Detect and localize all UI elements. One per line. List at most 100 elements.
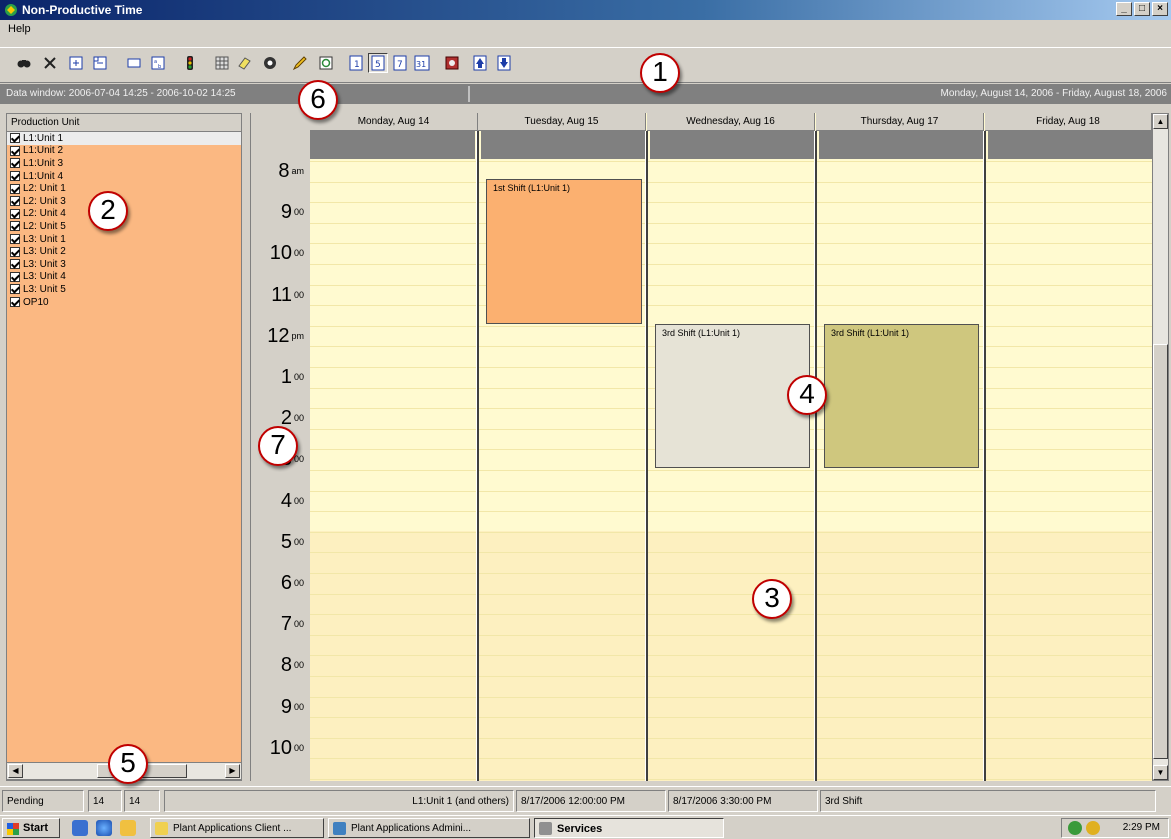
day-header[interactable]: Tuesday, Aug 15 xyxy=(478,113,646,131)
calendar-grid[interactable]: Monday, Aug 14 Tuesday, Aug 15 Wednesday, … xyxy=(310,113,1152,781)
scroll-right-arrow-icon[interactable]: ▶ xyxy=(225,764,240,778)
unit-item[interactable]: L1:Unit 1 xyxy=(7,132,241,145)
grid-line xyxy=(310,779,1152,780)
tray-network-icon[interactable] xyxy=(1068,821,1082,835)
sort-icon[interactable]: ab xyxy=(148,53,168,73)
all-day-row[interactable] xyxy=(650,131,815,159)
grid-line xyxy=(310,614,1152,616)
unit-item[interactable]: L3: Unit 1 xyxy=(7,233,241,246)
unit-checkbox[interactable] xyxy=(10,246,20,257)
scroll-down-arrow-icon[interactable]: ▼ xyxy=(1153,765,1168,780)
maximize-button[interactable]: □ xyxy=(1134,2,1150,16)
seven-day-view-button[interactable]: 7 xyxy=(390,53,410,73)
unit-item[interactable]: L2: Unit 1 xyxy=(7,182,241,195)
week-view-button[interactable]: 5 xyxy=(368,53,388,73)
unit-checkbox[interactable] xyxy=(10,221,20,232)
unit-item[interactable]: L3: Unit 3 xyxy=(7,258,241,271)
svg-text:31: 31 xyxy=(416,60,426,69)
day-header[interactable]: Monday, Aug 14 xyxy=(310,113,478,131)
hour-number: 9 xyxy=(280,695,292,718)
show-desktop-icon[interactable] xyxy=(72,820,88,836)
divider xyxy=(468,86,470,102)
scrollbar-thumb[interactable] xyxy=(1153,344,1168,759)
status-unit: L1:Unit 1 (and others) xyxy=(164,790,514,812)
hour-number: 10 xyxy=(269,736,292,759)
unit-item[interactable]: L1:Unit 2 xyxy=(7,145,241,158)
grid-line xyxy=(310,161,1152,162)
calendar-scrollbar[interactable]: ▲ ▼ xyxy=(1152,113,1169,781)
unit-label: L3: Unit 5 xyxy=(23,283,66,295)
unit-checkbox[interactable] xyxy=(10,271,20,282)
task-services[interactable]: Services xyxy=(534,818,724,838)
unit-checkbox[interactable] xyxy=(10,158,20,169)
task-label: Services xyxy=(557,823,603,835)
internet-explorer-icon[interactable] xyxy=(96,820,112,836)
unit-checkbox[interactable] xyxy=(10,183,20,194)
collapse-icon[interactable] xyxy=(90,53,110,73)
unit-item[interactable]: L1:Unit 4 xyxy=(7,170,241,183)
hour-suffix: 00 xyxy=(293,536,304,547)
callout-5: 5 xyxy=(108,744,148,784)
menu-help[interactable]: Help xyxy=(8,23,31,35)
shift-event[interactable]: 3rd Shift (L1:Unit 1) xyxy=(824,324,979,468)
grid-line xyxy=(310,593,1152,595)
record-icon[interactable] xyxy=(442,53,462,73)
minimize-button[interactable]: _ xyxy=(1116,2,1132,16)
shift-event[interactable]: 1st Shift (L1:Unit 1) xyxy=(486,179,642,324)
svg-text:1: 1 xyxy=(354,60,360,70)
day-header[interactable]: Thursday, Aug 17 xyxy=(816,113,984,131)
all-day-row[interactable] xyxy=(988,131,1152,159)
move-down-icon[interactable] xyxy=(494,53,514,73)
grid-line xyxy=(310,490,1152,492)
unit-item[interactable]: OP10 xyxy=(7,296,241,309)
unit-checkbox[interactable] xyxy=(10,145,20,156)
unit-checkbox[interactable] xyxy=(10,284,20,295)
start-button[interactable]: Start xyxy=(2,818,60,838)
traffic-light-icon[interactable] xyxy=(180,53,200,73)
unit-checkbox[interactable] xyxy=(10,208,20,219)
all-day-row[interactable] xyxy=(310,131,475,159)
task-plant-applications-client[interactable]: Plant Applications Client ... xyxy=(150,818,324,838)
task-plant-applications-admin[interactable]: Plant Applications Admini... xyxy=(328,818,530,838)
scroll-left-arrow-icon[interactable]: ◀ xyxy=(8,764,23,778)
expand-icon[interactable] xyxy=(66,53,86,73)
delete-icon[interactable] xyxy=(40,53,60,73)
scroll-up-arrow-icon[interactable]: ▲ xyxy=(1153,114,1168,129)
move-up-icon[interactable] xyxy=(470,53,490,73)
pencil-icon[interactable] xyxy=(290,53,310,73)
unit-label: L3: Unit 1 xyxy=(23,233,66,245)
unit-checkbox[interactable] xyxy=(10,171,20,182)
month-view-button[interactable]: 31 xyxy=(412,53,432,73)
unit-checkbox[interactable] xyxy=(10,196,20,207)
unit-checkbox[interactable] xyxy=(10,234,20,245)
unit-checkbox[interactable] xyxy=(10,133,20,144)
rectangle-icon[interactable] xyxy=(124,53,144,73)
unit-checkbox[interactable] xyxy=(10,297,20,308)
unit-item[interactable]: L1:Unit 3 xyxy=(7,157,241,170)
hour-suffix: 00 xyxy=(293,742,304,753)
all-day-row[interactable] xyxy=(819,131,984,159)
unit-item[interactable]: L3: Unit 4 xyxy=(7,271,241,284)
unit-item[interactable]: L3: Unit 5 xyxy=(7,283,241,296)
hour-label: 12 pm xyxy=(267,326,304,346)
day-header[interactable]: Friday, Aug 18 xyxy=(985,113,1152,131)
hour-suffix: 00 xyxy=(293,454,304,465)
unit-item[interactable]: L3: Unit 2 xyxy=(7,245,241,258)
eraser-icon[interactable] xyxy=(234,53,254,73)
hour-number: 10 xyxy=(269,242,292,265)
production-unit-header[interactable]: Production Unit xyxy=(7,114,241,132)
eye-icon[interactable] xyxy=(260,53,280,73)
unit-checkbox[interactable] xyxy=(10,259,20,270)
refresh-icon[interactable] xyxy=(316,53,336,73)
tray-app-icon[interactable] xyxy=(1086,821,1100,835)
status-start-time: 8/17/2006 12:00:00 PM xyxy=(516,790,666,812)
system-tray: 2:29 PM xyxy=(1061,818,1169,838)
close-button[interactable]: × xyxy=(1152,2,1168,16)
outlook-icon[interactable] xyxy=(120,820,136,836)
day-header[interactable]: Wednesday, Aug 16 xyxy=(647,113,815,131)
find-icon[interactable] xyxy=(14,53,34,73)
day-view-button[interactable]: 1 xyxy=(346,53,366,73)
all-day-row[interactable] xyxy=(481,131,646,159)
hour-number: 12 xyxy=(267,324,290,347)
grid-icon[interactable] xyxy=(212,53,232,73)
